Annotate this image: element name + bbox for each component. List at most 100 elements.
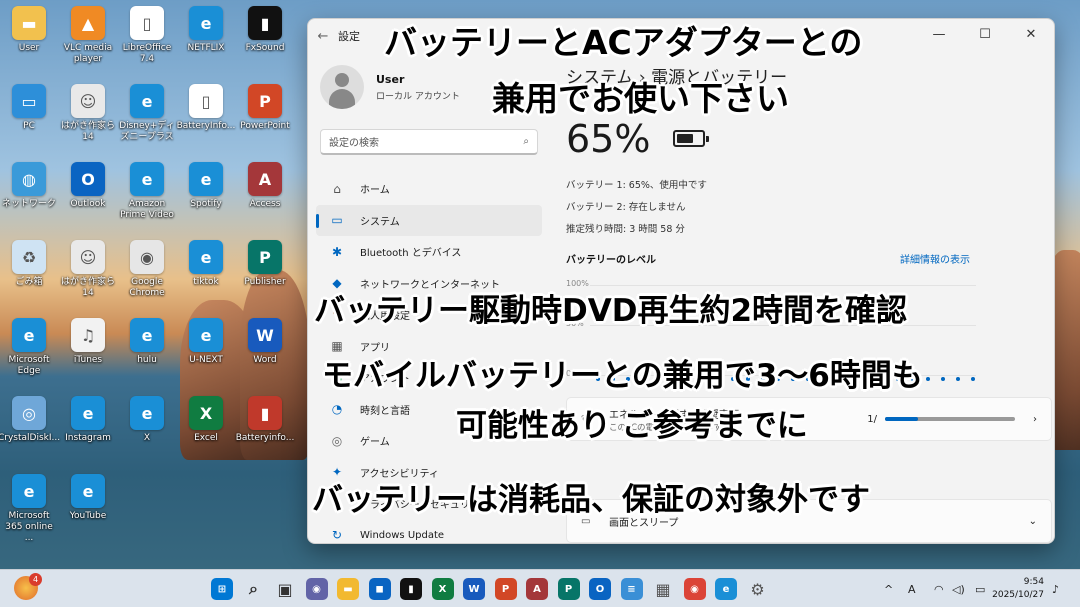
- desktop-icon[interactable]: X Excel: [177, 396, 235, 444]
- desktop-icon[interactable]: e Amazon Prime Video: [118, 162, 176, 221]
- desktop-icon[interactable]: ▮ FxSound: [236, 6, 294, 54]
- desktop-icon-label: X: [143, 433, 151, 443]
- desktop-icon[interactable]: ◉ Google Chrome: [118, 240, 176, 299]
- notepad-taskbar-icon[interactable]: ≡: [620, 578, 643, 600]
- app-icon: ☺: [71, 240, 105, 274]
- desktop-icon[interactable]: ▯ LibreOffice 7.4: [118, 6, 176, 65]
- desktop-icon[interactable]: ▲ VLC media player: [59, 6, 117, 65]
- minimize-button[interactable]: —: [916, 19, 962, 49]
- close-button[interactable]: ✕: [1008, 19, 1054, 49]
- desktop-icon-label: Word: [253, 355, 277, 365]
- app-icon: P: [248, 84, 282, 118]
- window-title: 設定: [338, 30, 360, 43]
- desktop-icon-label: FxSound: [245, 43, 285, 53]
- clock[interactable]: 9:54 2025/10/27: [992, 576, 1044, 602]
- nav-item[interactable]: ✱ Bluetooth とデバイス: [316, 236, 542, 268]
- widgets-icon[interactable]: 4: [14, 573, 42, 600]
- desktop-icon[interactable]: eX: [118, 396, 176, 444]
- outlook-taskbar-icon[interactable]: O: [589, 578, 611, 600]
- desktop-icon-label: tiktok: [193, 277, 219, 287]
- app-icon: W: [248, 318, 282, 352]
- search-taskbar-icon[interactable]: ⌕: [243, 578, 265, 600]
- desktop-icon-label: LibreOffice 7.4: [122, 43, 172, 64]
- desktop-icon[interactable]: ♫ iTunes: [59, 318, 117, 366]
- settings-taskbar-icon[interactable]: ⚙: [747, 578, 769, 600]
- desktop-icon[interactable]: ▮ Batteryinfo...: [236, 396, 294, 444]
- task-view-taskbar-icon[interactable]: ▣: [274, 578, 296, 600]
- desktop-icon[interactable]: P Publisher: [236, 240, 294, 288]
- desktop-icon-label: U-NEXT: [189, 355, 223, 365]
- fxsound-taskbar-icon[interactable]: ▮: [400, 578, 422, 600]
- ime-indicator[interactable]: A: [908, 570, 916, 607]
- desktop-icon[interactable]: A Access: [236, 162, 294, 210]
- nav-icon: ◎: [331, 433, 343, 448]
- wifi-icon[interactable]: ◠: [934, 570, 944, 607]
- publisher-taskbar-icon[interactable]: P: [557, 578, 580, 600]
- desktop-icon[interactable]: ◎ CrystalDiskI...: [0, 396, 60, 444]
- desktop-icon[interactable]: e Instagram: [59, 396, 117, 444]
- desktop-icon[interactable]: ▯ BatteryInfo...: [177, 84, 235, 132]
- teams-taskbar-icon[interactable]: ◉: [305, 578, 328, 600]
- app-icon: e: [130, 396, 164, 430]
- desktop-icon-label: hulu: [137, 355, 157, 365]
- desktop-icon-label: Instagram: [65, 433, 111, 443]
- edge-taskbar-icon[interactable]: e: [715, 578, 737, 600]
- desktop-icon[interactable]: e NETFLIX: [177, 6, 235, 54]
- desktop-icon[interactable]: e Microsoft 365 online ...: [0, 474, 58, 544]
- battery-tray-icon[interactable]: ▭: [975, 570, 985, 607]
- settings-search-input[interactable]: 設定の検索 ⌕: [320, 129, 538, 155]
- start-taskbar-icon[interactable]: ⊞: [211, 578, 233, 600]
- powerpoint-taskbar-icon[interactable]: P: [494, 578, 517, 600]
- desktop-icon[interactable]: ◍ ネットワーク: [0, 162, 58, 210]
- nav-label: ホーム: [360, 185, 390, 197]
- avatar: [320, 65, 364, 109]
- volume-icon[interactable]: ◁): [952, 570, 965, 607]
- access-taskbar-icon[interactable]: A: [526, 578, 548, 600]
- desktop-icon-label: ネットワーク: [1, 199, 56, 209]
- user-profile[interactable]: User ローカル アカウント: [320, 65, 460, 109]
- app-icon: ▲: [71, 6, 105, 40]
- desktop-icon-label: Publisher: [244, 277, 286, 287]
- desktop-icon[interactable]: ☺ はがき作家ら 14: [59, 240, 117, 299]
- word-taskbar-icon[interactable]: W: [463, 578, 485, 600]
- tray-overflow-icon[interactable]: ^: [884, 570, 893, 607]
- notification-bell-icon[interactable]: ♪: [1052, 570, 1059, 607]
- chrome-taskbar-icon[interactable]: ◉: [683, 578, 706, 600]
- battery-icon: [673, 130, 709, 147]
- maximize-button[interactable]: ☐: [962, 19, 1008, 49]
- desktop-icon[interactable]: e hulu: [118, 318, 176, 366]
- calculator-taskbar-icon[interactable]: ▦: [652, 578, 674, 600]
- detail-link[interactable]: 詳細情報の表示: [900, 251, 970, 266]
- desktop-icon-label: NETFLIX: [187, 43, 225, 53]
- desktop-icon[interactable]: e Disney+ディズニープラス: [118, 84, 176, 143]
- app-icon: ♻: [12, 240, 46, 274]
- nav-item[interactable]: ▭ システム: [316, 204, 542, 236]
- desktop-icon[interactable]: P PowerPoint: [236, 84, 294, 132]
- desktop-icon[interactable]: ♻ ごみ箱: [0, 240, 58, 288]
- desktop-icon[interactable]: e Microsoft Edge: [0, 318, 58, 377]
- desktop-icon-label: iTunes: [73, 355, 103, 365]
- back-arrow-icon[interactable]: ←: [308, 29, 338, 44]
- desktop-icon[interactable]: ☺ はがき作家ら 14: [59, 84, 117, 143]
- nav-item[interactable]: ⌂ ホーム: [316, 173, 542, 205]
- excel-taskbar-icon[interactable]: X: [431, 578, 454, 600]
- nav-label: システム: [360, 216, 400, 228]
- desktop-icon-label: はがき作家ら 14: [60, 121, 115, 142]
- app-icon: ◍: [12, 162, 46, 196]
- battery-percent: 65%: [566, 117, 651, 161]
- desktop-icon[interactable]: O Outlook: [59, 162, 117, 210]
- store-taskbar-icon[interactable]: ◼: [368, 578, 391, 600]
- nav-item[interactable]: ↻ Windows Update: [316, 520, 542, 544]
- desktop-icon[interactable]: ▬ User: [0, 6, 58, 54]
- desktop-icon[interactable]: ▭ PC: [0, 84, 58, 132]
- taskbar: 4 ⊞ ⌕ ▣ ◉ ▬ ◼ ▮ X W P A P O ≡ ▦ ◉ e ⚙ ^ A ◠ ◁) ▭ 9:54 202…: [0, 569, 1080, 607]
- desktop-icon[interactable]: e tiktok: [177, 240, 235, 288]
- desktop-icon[interactable]: e YouTube: [59, 474, 117, 522]
- app-icon: ♫: [71, 318, 105, 352]
- explorer-taskbar-icon[interactable]: ▬: [337, 578, 359, 600]
- desktop-icon[interactable]: e U-NEXT: [177, 318, 235, 366]
- clock-time: 9:54: [1023, 577, 1044, 587]
- desktop-icon[interactable]: e Spotify: [177, 162, 235, 210]
- desktop-icon[interactable]: W Word: [236, 318, 294, 366]
- app-icon: e: [189, 318, 223, 352]
